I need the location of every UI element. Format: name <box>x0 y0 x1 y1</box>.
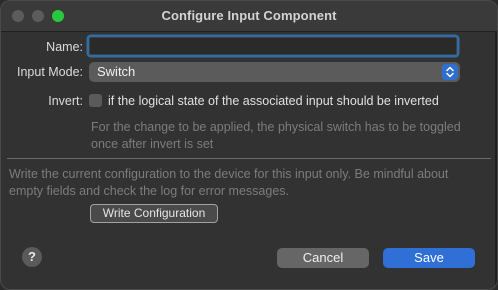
invert-checkbox-label[interactable]: if the logical state of the associated i… <box>108 94 439 108</box>
write-configuration-button[interactable]: Write Configuration <box>90 204 218 223</box>
window-edge <box>495 31 497 289</box>
section-divider <box>7 158 491 159</box>
dialog-window: Configure Input Component Name: Input Mo… <box>0 0 498 290</box>
input-mode-select[interactable]: Switch <box>89 62 460 82</box>
chevron-updown-icon <box>442 64 458 80</box>
window-title: Configure Input Component <box>161 8 337 23</box>
invert-hint: For the change to be applied, the physic… <box>91 120 461 151</box>
save-button[interactable]: Save <box>383 248 475 268</box>
help-icon[interactable]: ? <box>22 247 42 267</box>
name-input[interactable] <box>89 37 457 55</box>
invert-checkbox[interactable] <box>89 94 102 107</box>
input-mode-value: Switch <box>97 64 136 79</box>
cancel-button[interactable]: Cancel <box>277 248 369 268</box>
input-mode-label: Input Mode: <box>16 65 83 79</box>
invert-label: Invert: <box>48 94 83 108</box>
write-info-text: Write the current configuration to the d… <box>9 167 449 198</box>
title-bar: Configure Input Component <box>1 1 497 32</box>
name-label: Name: <box>46 40 83 54</box>
